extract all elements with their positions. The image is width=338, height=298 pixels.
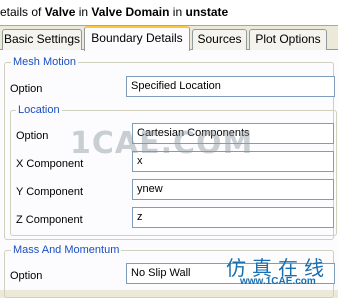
- window-title: etails of Valve in Valve Domain in unsta…: [0, 0, 338, 26]
- tab-plot-options[interactable]: Plot Options: [249, 29, 327, 50]
- title-case: unstate: [185, 5, 229, 19]
- title-domain: Valve Domain: [91, 5, 170, 19]
- location-option-label: Option: [16, 130, 49, 142]
- tab-boundary-details[interactable]: Boundary Details: [84, 26, 190, 51]
- mass-momentum-legend: Mass And Momentum: [11, 243, 122, 257]
- tab-bar: Basic Settings Boundary Details Sources …: [0, 26, 338, 51]
- y-component-input[interactable]: ynew: [132, 179, 334, 200]
- z-component-input[interactable]: z: [132, 207, 334, 228]
- location-group: Location Option Cartesian Components X C…: [10, 103, 337, 236]
- mass-momentum-option-label: Option: [10, 270, 43, 282]
- x-component-label: X Component: [16, 158, 84, 170]
- title-object: Valve: [44, 5, 76, 19]
- z-component-label: Z Component: [16, 214, 83, 226]
- mesh-motion-option-label: Option: [10, 83, 43, 95]
- y-component-label: Y Component: [16, 186, 84, 198]
- title-prefix: etails of: [0, 5, 45, 19]
- title-in-2: in: [169, 5, 186, 19]
- mesh-motion-option-select[interactable]: Specified Location: [126, 76, 335, 97]
- watermark-url: www.1CAE.com: [240, 276, 316, 287]
- x-component-input[interactable]: x: [132, 151, 334, 172]
- tab-basic-settings[interactable]: Basic Settings: [2, 29, 82, 50]
- location-legend: Location: [16, 103, 62, 117]
- location-option-select[interactable]: Cartesian Components: [132, 123, 334, 144]
- title-in-1: in: [75, 5, 92, 19]
- mesh-motion-group: Mesh Motion Option Specified Location Lo…: [4, 55, 337, 240]
- tab-sources[interactable]: Sources: [192, 29, 247, 50]
- mesh-motion-legend: Mesh Motion: [11, 55, 78, 69]
